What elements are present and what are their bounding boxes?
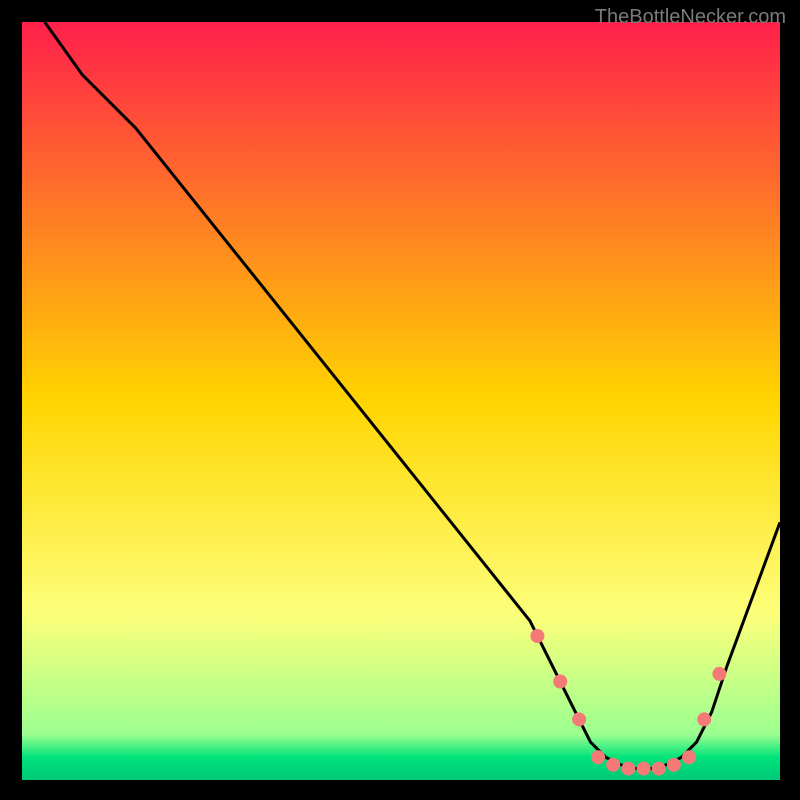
plot-area (22, 22, 780, 780)
data-point (652, 762, 666, 776)
chart-container: TheBottleNecker.com (0, 0, 800, 800)
data-point (606, 758, 620, 772)
data-point (667, 758, 681, 772)
data-point (591, 750, 605, 764)
data-point (712, 667, 726, 681)
data-point (621, 762, 635, 776)
data-point (697, 712, 711, 726)
data-point (637, 762, 651, 776)
gradient-background (22, 22, 780, 780)
watermark-text: TheBottleNecker.com (595, 6, 786, 29)
data-point (682, 750, 696, 764)
data-point (530, 629, 544, 643)
data-point (553, 675, 567, 689)
data-point (572, 712, 586, 726)
chart-svg (22, 22, 780, 780)
